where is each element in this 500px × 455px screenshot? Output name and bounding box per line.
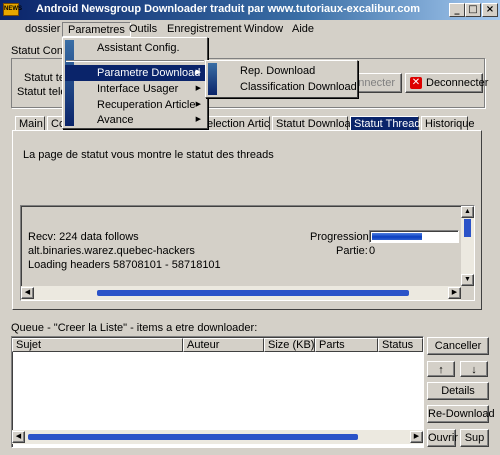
col-sujet[interactable]: Sujet [12, 338, 183, 352]
scroll-thumb[interactable] [464, 219, 471, 237]
menu-item-assistant-config[interactable]: Assistant Config. [65, 40, 205, 56]
col-auteur[interactable]: Auteur [183, 338, 264, 352]
thread-recv: Recv: 224 data follows [28, 231, 139, 243]
menu-item-rep-download[interactable]: Rep. Download [208, 63, 355, 79]
tab-main[interactable]: Main [15, 116, 45, 131]
title-bar[interactable]: NEWS Android Newsgroup Downloader tradui… [0, 0, 500, 20]
menu-item-recuperation-article[interactable]: Recuperation Article ▶ [65, 97, 205, 113]
maximize-button[interactable]: □ [465, 3, 481, 17]
canceller-button[interactable]: Canceller [427, 337, 489, 355]
menu-item-label: Interface Usager [97, 83, 179, 95]
col-status[interactable]: Status [378, 338, 423, 352]
disconnect-button[interactable]: ✕ Deconnecter [405, 73, 488, 93]
tab-statut-download[interactable]: Statut Download [272, 116, 357, 131]
thread-hscrollbar[interactable]: ◀ ▶ [21, 286, 461, 300]
scroll-down-icon[interactable]: ▼ [461, 274, 474, 286]
queue-scroll-left-icon[interactable]: ◀ [12, 431, 25, 443]
menu-parametres[interactable]: Parametres [62, 22, 131, 37]
tab-selection-article[interactable]: election Article [203, 116, 270, 131]
details-button[interactable]: Details [427, 382, 489, 400]
menu-window[interactable]: Window [239, 22, 288, 37]
menu-outils[interactable]: Outils [124, 22, 162, 37]
thread-progress-bar [369, 230, 459, 243]
menu-item-interface-usager[interactable]: Interface Usager ▶ [65, 81, 205, 97]
window-title: Android Newsgroup Downloader traduit par… [36, 3, 421, 15]
menu-item-parametre-download[interactable]: Parametre Download ▶ [65, 65, 205, 81]
menu-item-label: Avance [97, 114, 134, 126]
close-button[interactable]: × [482, 3, 498, 17]
submenu-arrow-icon: ▶ [195, 69, 201, 76]
col-parts[interactable]: Parts [315, 338, 378, 352]
queue-scroll-right-icon[interactable]: ▶ [410, 431, 423, 443]
queue-hscroll-thumb[interactable] [28, 434, 358, 440]
menu-dossier[interactable]: dossier [20, 22, 65, 37]
ouvrir-button[interactable]: Ouvrir [427, 429, 458, 447]
scroll-up-icon[interactable]: ▲ [461, 206, 474, 218]
disconnect-icon: ✕ [410, 77, 422, 89]
thread-progress-fill [372, 233, 423, 240]
scroll-right-icon[interactable]: ▶ [448, 287, 461, 299]
app-icon[interactable]: NEWS [3, 3, 22, 16]
tab-statut-threads[interactable]: Statut Threads [350, 116, 426, 131]
menu-item-avance[interactable]: Avance ▶ [65, 112, 205, 128]
parametres-dropdown: Assistant Config. Parametre Download ▶ I… [62, 37, 208, 129]
redownload-button[interactable]: Re-Download [427, 405, 495, 423]
col-size[interactable]: Size (KB) [264, 338, 315, 352]
thread-loading: Loading headers 58708101 - 58718101 [28, 259, 221, 271]
submenu-arrow-icon: ▶ [195, 116, 201, 123]
disconnect-label: Deconnecter [426, 77, 489, 89]
hscroll-thumb[interactable] [97, 290, 409, 296]
menu-item-classification-download[interactable]: Classification Download [208, 79, 357, 95]
menu-item-label: Recuperation Article [97, 99, 196, 111]
scroll-left-icon[interactable]: ◀ [21, 287, 34, 299]
move-up-button[interactable]: ↑ [427, 361, 455, 377]
sup-button[interactable]: Sup [460, 429, 489, 447]
menu-item-label: Parametre Download [97, 67, 201, 79]
tab-historique[interactable]: Historique [421, 116, 475, 131]
menu-aide[interactable]: Aide [287, 22, 319, 37]
thread-vscrollbar[interactable]: ▲ ▼ [461, 206, 474, 286]
partie-label: Partie: [336, 245, 368, 257]
submenu-arrow-icon: ▶ [195, 101, 201, 108]
thread-group: alt.binaries.warez.quebec-hackers [28, 245, 195, 257]
move-down-button[interactable]: ↓ [460, 361, 488, 377]
minimize-button[interactable]: _ [449, 3, 465, 17]
partie-value: 0 [369, 245, 376, 257]
statut-label-2: Statut tele [17, 86, 67, 98]
queue-hscrollbar[interactable]: ◀ ▶ [12, 430, 423, 444]
progression-label: Progression: [310, 231, 372, 243]
download-submenu: Rep. Download Classification Download [205, 60, 358, 98]
menu-separator [66, 60, 204, 62]
menu-enregistrement[interactable]: Enregistrement [162, 22, 247, 37]
queue-title: Queue - "Creer la Liste" - items a etre … [11, 322, 258, 334]
submenu-arrow-icon: ▶ [195, 85, 201, 92]
panel-description: La page de statut vous montre le statut … [23, 149, 274, 161]
